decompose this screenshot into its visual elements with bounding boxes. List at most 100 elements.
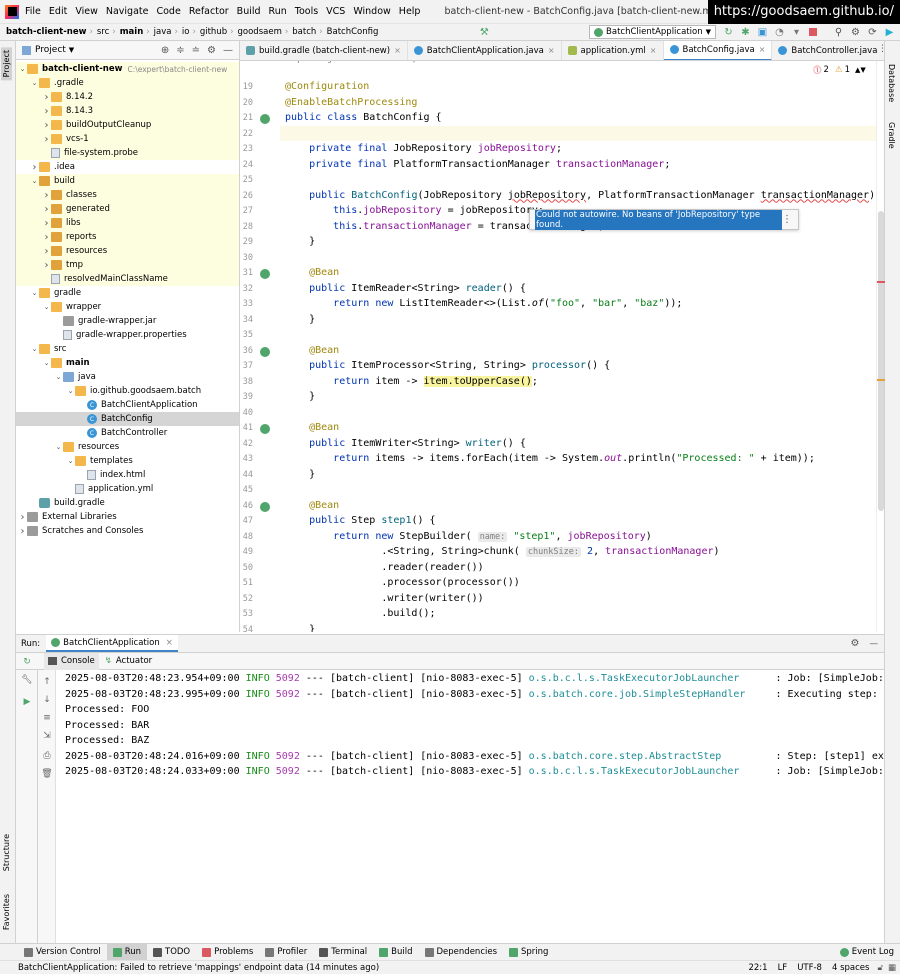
more-actions-icon[interactable]: ▾ xyxy=(790,26,803,39)
caret-position[interactable]: 22:1 xyxy=(748,963,767,973)
code-editor[interactable]: import java.util.List; @Configuration @En… xyxy=(280,61,876,632)
tree-node[interactable]: file-system.probe xyxy=(16,146,239,160)
tree-node[interactable]: › libs xyxy=(16,216,239,230)
coverage-icon[interactable]: ▣ xyxy=(756,26,769,39)
tool-button-terminal[interactable]: Terminal xyxy=(313,944,373,961)
tool-button-run[interactable]: Run xyxy=(106,943,147,961)
breadcrumb-item[interactable]: main xyxy=(120,27,144,37)
breadcrumb-item[interactable]: goodsaem xyxy=(238,27,282,37)
menu-item-build[interactable]: Build xyxy=(237,6,261,17)
spring-bean-gutter-icon[interactable] xyxy=(260,501,270,512)
tree-node[interactable]: resolvedMainClassName xyxy=(16,272,239,286)
tree-node[interactable]: ⌄ java xyxy=(16,370,239,384)
tool-button-version-control[interactable]: Version Control xyxy=(18,944,107,961)
expanded-arrow-icon[interactable]: ⌄ xyxy=(30,289,39,297)
tree-node[interactable]: › 8.14.2 xyxy=(16,90,239,104)
gear-icon[interactable]: ⚙ xyxy=(851,638,860,649)
spring-bean-gutter-icon[interactable] xyxy=(260,114,270,124)
tree-node[interactable]: index.html xyxy=(16,468,239,482)
stop-icon[interactable] xyxy=(807,26,820,39)
tree-node[interactable]: ⌄ gradle xyxy=(16,286,239,300)
tree-node[interactable]: › .idea xyxy=(16,160,239,174)
favorites-tool-button[interactable]: Favorites xyxy=(1,891,12,933)
tab-console[interactable]: Console xyxy=(44,652,99,670)
collapse-all-icon[interactable]: ≑ xyxy=(176,45,184,56)
tree-node[interactable]: › Scratches and Consoles xyxy=(16,524,239,538)
structure-tool-button[interactable]: Structure xyxy=(1,831,12,874)
tree-node[interactable]: ⌄ io.github.goodsaem.batch xyxy=(16,384,239,398)
build-hammer-icon[interactable]: ⚒ xyxy=(478,26,491,39)
breadcrumb-item[interactable]: io xyxy=(182,27,190,37)
more-options-icon[interactable]: ⋮ xyxy=(782,214,792,225)
tree-node[interactable]: › External Libraries xyxy=(16,510,239,524)
menu-item-view[interactable]: View xyxy=(75,6,98,17)
rerun-icon[interactable]: ↻ xyxy=(21,656,33,668)
tool-button-problems[interactable]: Problems xyxy=(196,944,259,961)
collapsed-arrow-icon[interactable]: › xyxy=(42,120,51,131)
tree-node[interactable]: ⌄ batch-client-new C:\expert\batch-client-… xyxy=(16,62,239,76)
spring-bean-gutter-icon[interactable] xyxy=(260,424,270,434)
database-tool-button[interactable]: Database xyxy=(886,61,897,105)
expanded-arrow-icon[interactable]: ⌄ xyxy=(30,345,39,353)
spring-bean-gutter-icon[interactable] xyxy=(260,269,270,279)
wrench-icon[interactable]: 🔧︎ xyxy=(21,674,33,686)
menu-item-tools[interactable]: Tools xyxy=(295,6,318,17)
expanded-arrow-icon[interactable]: ⌄ xyxy=(42,303,51,311)
tree-node[interactable]: › 8.14.3 xyxy=(16,104,239,118)
tree-node[interactable]: › reports xyxy=(16,230,239,244)
tree-node[interactable]: gradle-wrapper.jar xyxy=(16,314,239,328)
scrollbar-thumb[interactable] xyxy=(878,211,884,511)
collapsed-arrow-icon[interactable]: › xyxy=(42,190,51,201)
tab-overflow-icon[interactable]: ⋮ xyxy=(878,44,887,54)
tree-node[interactable]: ⌄ src xyxy=(16,342,239,356)
tree-node[interactable]: › generated xyxy=(16,202,239,216)
tool-button-profiler[interactable]: Profiler xyxy=(259,944,313,961)
breadcrumb-item[interactable]: src xyxy=(97,27,109,37)
menu-item-file[interactable]: File xyxy=(25,6,41,17)
resume-icon[interactable]: ▶ xyxy=(21,696,33,708)
tab-batchclientapplication-java[interactable]: BatchClientApplication.java × xyxy=(408,41,562,60)
indent-setting[interactable]: 4 spaces xyxy=(832,963,869,973)
tree-node[interactable]: C BatchClientApplication xyxy=(16,398,239,412)
close-icon[interactable]: × xyxy=(394,46,401,55)
collapsed-arrow-icon[interactable]: › xyxy=(42,92,51,103)
tree-node[interactable]: ⌄ main xyxy=(16,356,239,370)
breadcrumb-item[interactable]: batch xyxy=(292,27,316,37)
search-icon[interactable]: ⚲ xyxy=(832,26,845,39)
tool-button-todo[interactable]: TODO xyxy=(147,944,196,961)
arrow-up-icon[interactable]: ↑ xyxy=(41,676,53,688)
spring-bean-gutter-icon[interactable] xyxy=(260,346,270,357)
run-config-tab[interactable]: BatchClientApplication × xyxy=(46,635,178,652)
collapsed-arrow-icon[interactable]: › xyxy=(42,134,51,145)
close-icon[interactable]: × xyxy=(166,638,173,648)
menu-item-navigate[interactable]: Navigate xyxy=(106,6,149,17)
locate-file-icon[interactable]: ⊕ xyxy=(161,45,169,56)
chevron-down-icon[interactable]: ▼ xyxy=(860,66,865,74)
expand-all-icon[interactable]: ≐ xyxy=(192,45,200,56)
soft-wrap-icon[interactable]: ≡ xyxy=(41,712,53,724)
event-log-button[interactable]: Event Log xyxy=(834,944,900,961)
expanded-arrow-icon[interactable]: ⌄ xyxy=(54,443,63,451)
tree-node[interactable]: ⌄ resources xyxy=(16,440,239,454)
close-icon[interactable]: × xyxy=(759,45,766,54)
breadcrumb-item[interactable]: github xyxy=(200,27,227,37)
expanded-arrow-icon[interactable]: ⌄ xyxy=(18,65,27,73)
collapsed-arrow-icon[interactable]: › xyxy=(42,106,51,117)
collapsed-arrow-icon[interactable]: › xyxy=(42,232,51,243)
project-tool-button[interactable]: Project xyxy=(1,47,12,81)
tree-node[interactable]: › vcs-1 xyxy=(16,132,239,146)
tree-node[interactable]: › classes xyxy=(16,188,239,202)
menu-item-edit[interactable]: Edit xyxy=(49,6,67,17)
hide-panel-icon[interactable]: — xyxy=(223,45,233,56)
settings-icon[interactable]: ⚙ xyxy=(849,26,862,39)
project-view-label[interactable]: Project xyxy=(35,45,66,55)
lock-icon[interactable]: 🔓︎ xyxy=(877,963,883,973)
chevron-down-icon[interactable]: ▼ xyxy=(69,46,74,54)
console-output[interactable]: 2025-08-03T20:48:23.954+09:00 INFO 5092 … xyxy=(56,670,884,943)
tree-node[interactable]: C BatchController xyxy=(16,426,239,440)
tree-node[interactable]: build.gradle xyxy=(16,496,239,510)
tree-node[interactable]: ⌄ build xyxy=(16,174,239,188)
tree-node[interactable]: ⌄ templates xyxy=(16,454,239,468)
menu-item-code[interactable]: Code xyxy=(156,6,180,17)
menu-item-window[interactable]: Window xyxy=(353,6,390,17)
